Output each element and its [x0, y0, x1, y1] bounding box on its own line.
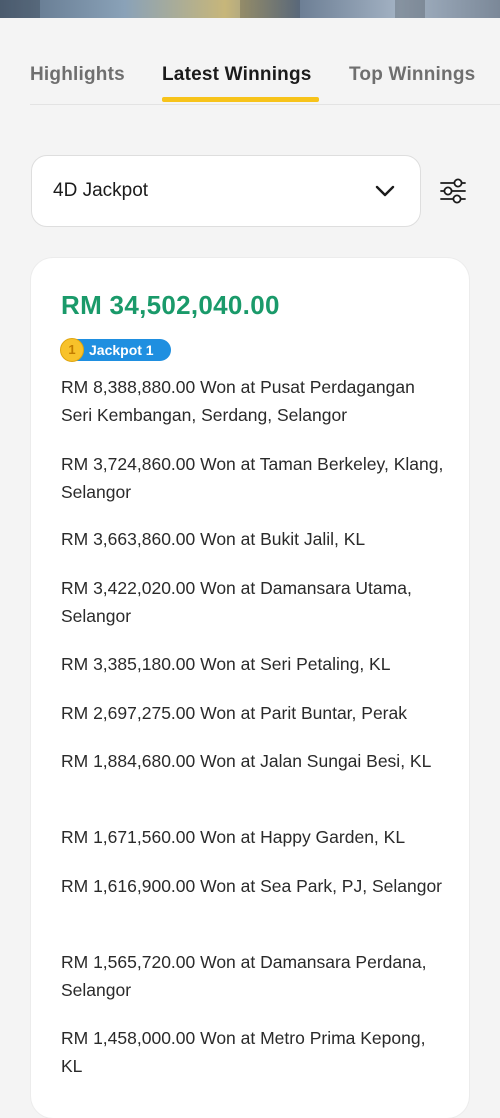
game-type-dropdown[interactable]: 4D Jackpot [31, 155, 421, 227]
jackpot-total-amount: RM 34,502,040.00 [61, 290, 280, 320]
tab-latest-winnings[interactable]: Latest Winnings [162, 64, 312, 86]
jackpot-result-card: RM 34,502,040.00 1 Jackpot 1 RM 8,388,88… [31, 258, 469, 1118]
winning-item: RM 1,565,720.00 Won at Damansara Perdana… [61, 952, 427, 1000]
sliders-icon[interactable] [438, 176, 468, 206]
jackpot-badge-label: Jackpot 1 [89, 342, 154, 358]
winning-item: RM 1,458,000.00 Won at Metro Prima Kepon… [61, 1028, 426, 1076]
tab-highlights[interactable]: Highlights [30, 64, 125, 86]
winning-item: RM 1,884,680.00 Won at Jalan Sungai Besi… [61, 751, 432, 771]
jackpot-badge: 1 Jackpot 1 [60, 338, 171, 362]
winning-item: RM 3,724,860.00 Won at Taman Berkeley, K… [61, 454, 444, 502]
winnings-tab-bar: Highlights Latest Winnings Top Winnings [30, 50, 500, 105]
winning-item: RM 8,388,880.00 Won at Pusat Perdagangan… [61, 377, 415, 425]
coin-icon: 1 [60, 338, 84, 362]
winning-item: RM 3,663,860.00 Won at Bukit Jalil, KL [61, 529, 366, 549]
hero-banner-image [0, 0, 500, 18]
game-type-selected-value: 4D Jackpot [53, 180, 149, 201]
chevron-down-icon [375, 185, 395, 197]
active-tab-indicator [162, 97, 319, 102]
winning-item: RM 1,616,900.00 Won at Sea Park, PJ, Sel… [61, 876, 443, 896]
winning-item: RM 3,385,180.00 Won at Seri Petaling, KL [61, 654, 391, 674]
tab-top-winnings[interactable]: Top Winnings [349, 64, 475, 86]
winning-item: RM 3,422,020.00 Won at Damansara Utama, … [61, 578, 412, 626]
winning-item: RM 2,697,275.00 Won at Parit Buntar, Per… [61, 703, 407, 723]
winning-item: RM 1,671,560.00 Won at Happy Garden, KL [61, 827, 406, 847]
